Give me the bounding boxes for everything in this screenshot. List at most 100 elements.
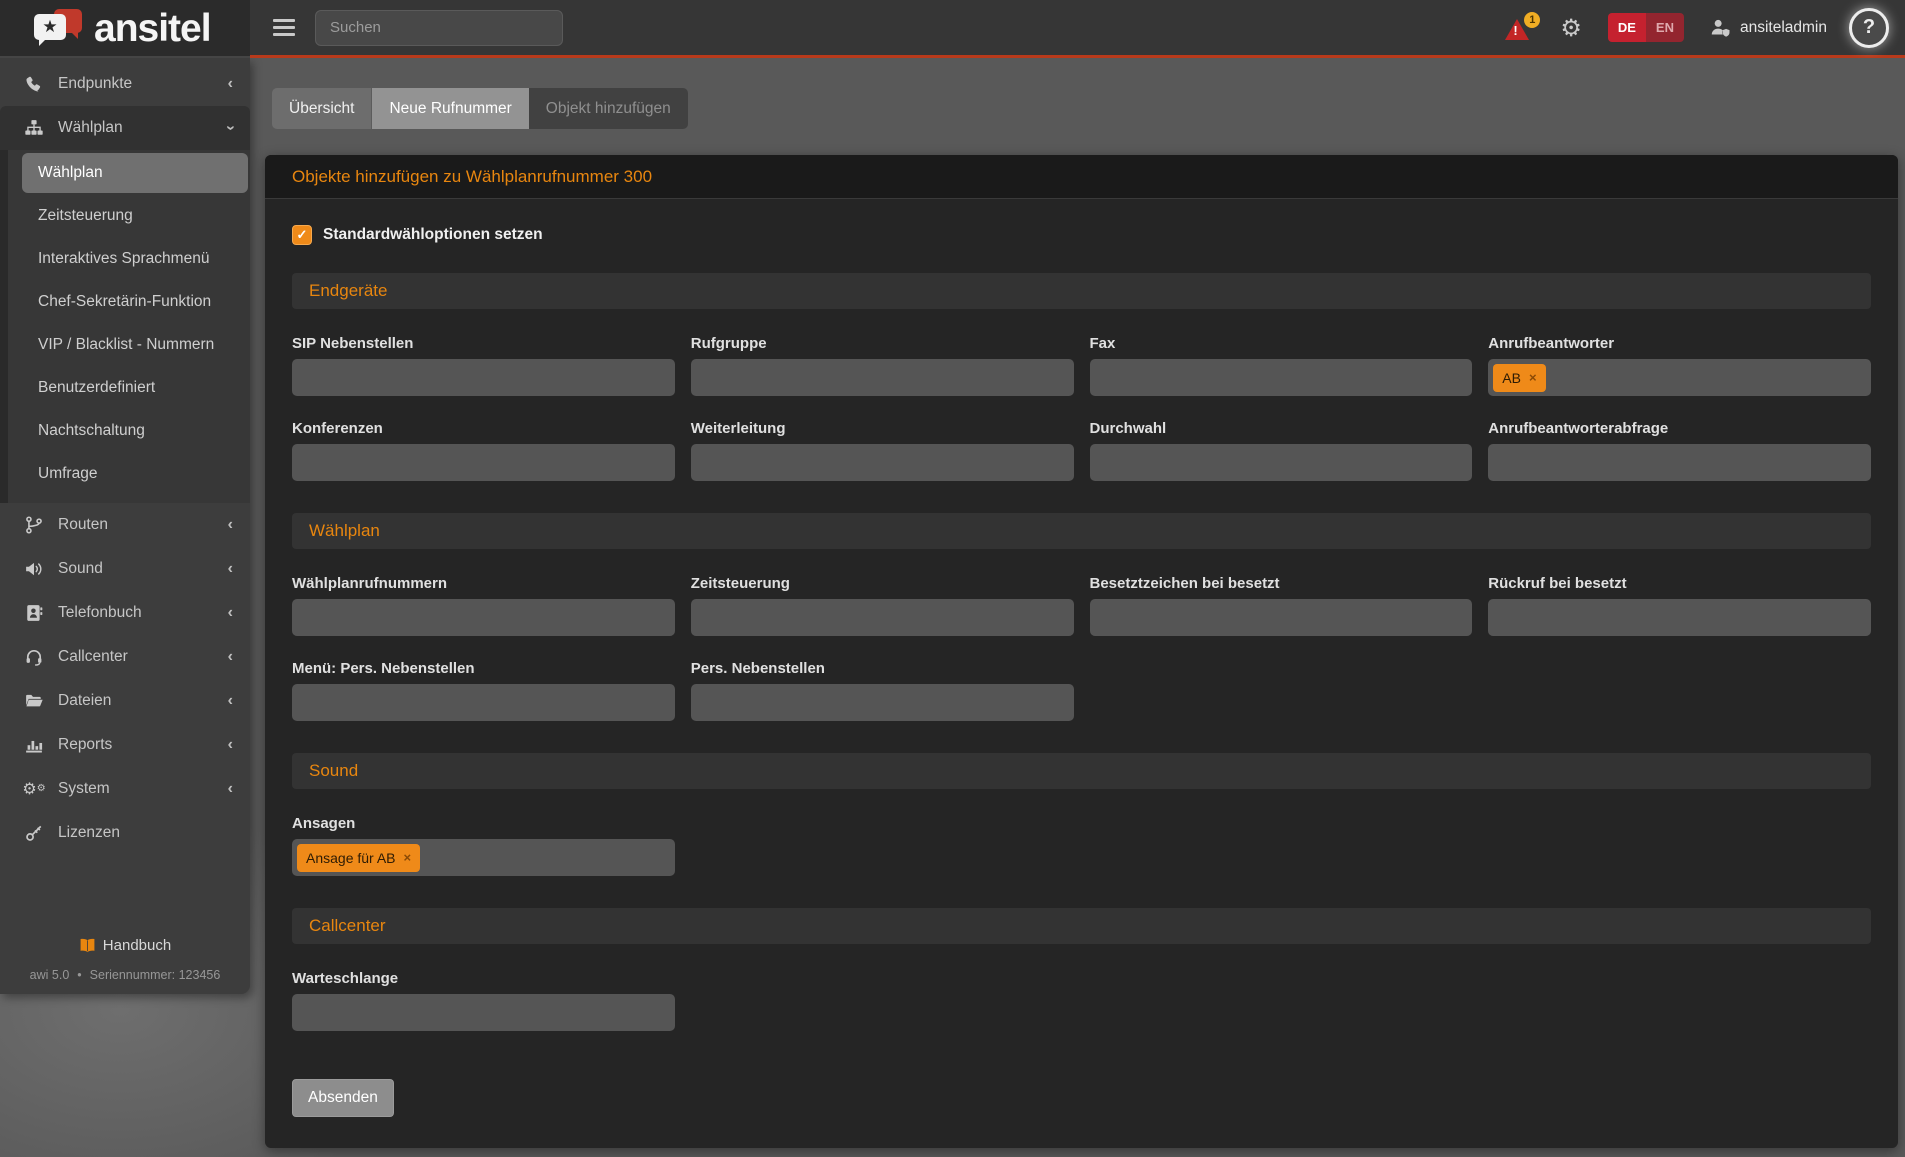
menue-pers-nebenstellen-input[interactable] (292, 684, 675, 721)
sidebar-item-routen[interactable]: Routen ‹ (0, 503, 250, 547)
submenu-item-zeitsteuerung[interactable]: Zeitsteuerung (8, 196, 250, 236)
top-right-cluster: ! 1 ⚙ DE EN ansiteladmin ? (1504, 7, 1905, 48)
submenu-item-umfrage[interactable]: Umfrage (8, 454, 250, 494)
sidebar-item-label: Endpunkte (58, 75, 133, 92)
sidebar-item-label: System (58, 780, 110, 797)
field-zeitsteuerung: Zeitsteuerung (690, 575, 1074, 636)
top-bar: ★ ansitel ! 1 ⚙ DE EN ansitelad (0, 0, 1905, 58)
field-warteschlange: Warteschlange (292, 970, 675, 1031)
sidebar-item-sound[interactable]: Sound ‹ (0, 547, 250, 591)
tab-uebersicht[interactable]: Übersicht (272, 88, 373, 129)
section-header-waehlplan: Wählplan (292, 513, 1871, 549)
field-fax: Fax (1089, 335, 1473, 396)
top-bar-main: ! 1 ⚙ DE EN ansiteladmin ? (250, 0, 1905, 58)
key-icon (24, 824, 44, 842)
serial-label: Seriennummer: 123456 (89, 968, 221, 982)
chevron-left-icon: ‹ (227, 75, 233, 92)
lang-en-button[interactable]: EN (1645, 13, 1684, 42)
default-dial-options-label: Standardwähloptionen setzen (323, 226, 543, 243)
speech-bubble-star-front-icon: ★ (34, 14, 66, 46)
sip-nebenstellen-input[interactable] (292, 359, 675, 396)
field-rueckruf-bei-besetzt: Rückruf bei besetzt (1488, 575, 1871, 636)
durchwahl-input[interactable] (1089, 444, 1473, 481)
check-icon: ✓ (296, 227, 308, 242)
zeitsteuerung-input[interactable] (690, 599, 1074, 636)
field-sip-nebenstellen: SIP Nebenstellen (292, 335, 675, 396)
sidebar-item-label: Routen (58, 516, 108, 533)
chevron-left-icon: ‹ (227, 516, 233, 533)
sidebar-item-label: Callcenter (58, 648, 128, 665)
field-rufgruppe: Rufgruppe (690, 335, 1074, 396)
app-root: ★ ansitel ! 1 ⚙ DE EN ansitelad (0, 0, 1905, 1157)
submenu-item-nachtschaltung[interactable]: Nachtschaltung (8, 411, 250, 451)
speech-bubble-star-icon: ★ (34, 9, 84, 47)
field-weiterleitung: Weiterleitung (690, 420, 1074, 481)
anrufbeantworterabfrage-input[interactable] (1488, 444, 1871, 481)
version-line: awi 5.0 • Seriennummer: 123456 (0, 968, 250, 982)
panel-title: Objekte hinzufügen zu Wählplanrufnummer … (265, 155, 1898, 199)
gears-icon: ⚙ ⚙ (22, 779, 46, 798)
default-dial-options-checkbox[interactable]: ✓ (292, 225, 312, 245)
sidebar-nav: Endpunkte ‹ Wählplan ‹ Wählplan Zeitsteu… (0, 58, 250, 855)
submenu-item-benutzerdefiniert[interactable]: Benutzerdefiniert (8, 368, 250, 408)
besetztzeichen-bei-besetzt-input[interactable] (1089, 599, 1473, 636)
sidebar-item-label: Wählplan (58, 119, 123, 136)
warteschlange-input[interactable] (292, 994, 675, 1031)
sidebar-item-label: Lizenzen (58, 824, 121, 841)
remove-tag-icon[interactable]: × (404, 851, 412, 864)
submenu-item-chef-sekretaerin-funktion[interactable]: Chef-Sekretärin-Funktion (8, 282, 250, 322)
section-header-sound: Sound (292, 753, 1871, 789)
separator-dot: • (77, 968, 82, 982)
weiterleitung-input[interactable] (690, 444, 1074, 481)
chevron-left-icon: ‹ (227, 692, 233, 709)
field-ansagen: Ansagen Ansage für AB × (292, 815, 675, 876)
sidebar-item-reports[interactable]: Reports ‹ (0, 723, 250, 767)
remove-tag-icon[interactable]: × (1529, 371, 1537, 384)
chevron-down-icon: ‹ (221, 125, 239, 131)
alerts-count-badge: 1 (1524, 11, 1541, 28)
language-switch: DE EN (1607, 13, 1684, 42)
sidebar-item-label: Dateien (58, 692, 112, 709)
rueckruf-bei-besetzt-input[interactable] (1488, 599, 1871, 636)
pers-nebenstellen-input[interactable] (690, 684, 1074, 721)
lang-de-button[interactable]: DE (1607, 13, 1646, 42)
submenu-item-waehlplan[interactable]: Wählplan (22, 153, 248, 193)
help-icon[interactable]: ? (1849, 7, 1889, 48)
menu-icon[interactable] (273, 19, 295, 36)
waehlplanrufnummern-input[interactable] (292, 599, 675, 636)
search-input[interactable] (315, 9, 563, 46)
user-menu[interactable]: ansiteladmin (1710, 18, 1827, 37)
anrufbeantworter-input[interactable]: AB × (1488, 359, 1871, 396)
sidebar-item-lizenzen[interactable]: Lizenzen (0, 811, 250, 855)
konferenzen-input[interactable] (292, 444, 675, 481)
ansagen-input[interactable]: Ansage für AB × (292, 839, 675, 876)
sidebar-item-callcenter[interactable]: Callcenter ‹ (0, 635, 250, 679)
selected-tag: AB × (1493, 363, 1546, 392)
rufgruppe-input[interactable] (690, 359, 1074, 396)
sidebar-item-waehlplan[interactable]: Wählplan ‹ (0, 106, 250, 150)
section-header-callcenter: Callcenter (292, 908, 1871, 944)
sidebar-item-endpunkte[interactable]: Endpunkte ‹ (0, 62, 250, 106)
brand-name: ansitel (94, 6, 212, 50)
submenu-item-vip-blacklist-nummern[interactable]: VIP / Blacklist - Nummern (8, 325, 250, 365)
phone-icon (24, 75, 44, 93)
sitemap-icon (24, 119, 44, 137)
alerts-warning-icon[interactable]: ! 1 (1504, 11, 1541, 40)
tab-neue-rufnummer[interactable]: Neue Rufnummer (372, 88, 529, 129)
sidebar-item-dateien[interactable]: Dateien ‹ (0, 679, 250, 723)
fax-input[interactable] (1089, 359, 1473, 396)
user-shield-icon (1711, 19, 1730, 37)
book-icon (80, 938, 95, 953)
submit-button[interactable]: Absenden (292, 1079, 394, 1117)
form-panel: Objekte hinzufügen zu Wählplanrufnummer … (265, 155, 1898, 1148)
submenu-item-interaktives-sprachmenue[interactable]: Interaktives Sprachmenü (8, 239, 250, 279)
field-durchwahl: Durchwahl (1089, 420, 1473, 481)
handbook-label: Handbuch (102, 937, 172, 954)
sidebar-item-system[interactable]: ⚙ ⚙ System ‹ (0, 767, 250, 811)
handbook-link[interactable]: Handbuch (79, 937, 171, 954)
settings-gear-icon[interactable]: ⚙ (1560, 16, 1582, 40)
tab-objekt-hinzufuegen[interactable]: Objekt hinzufügen (528, 88, 688, 129)
field-besetztzeichen-bei-besetzt: Besetztzeichen bei besetzt (1089, 575, 1473, 636)
sidebar-item-telefonbuch[interactable]: Telefonbuch ‹ (0, 591, 250, 635)
star-glyph: ★ (42, 17, 58, 36)
